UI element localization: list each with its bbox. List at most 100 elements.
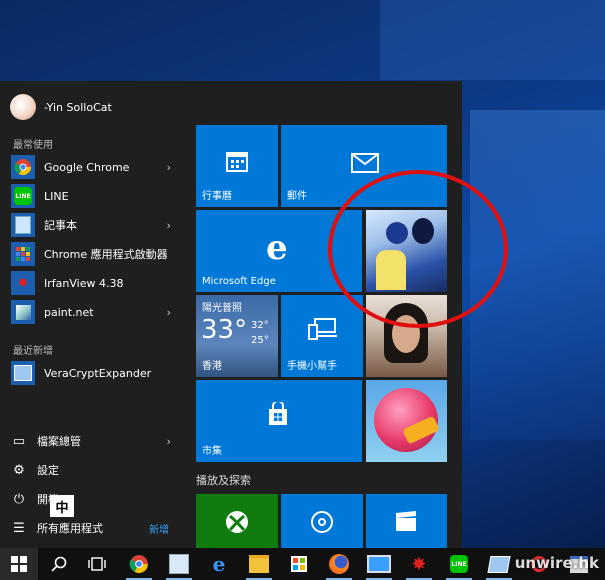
veracrypt-icon: [487, 555, 511, 573]
settings-button[interactable]: ⚙ 設定: [11, 459, 181, 481]
weather-temp: 33°: [201, 315, 248, 345]
user-name: -Yin SolloCat: [44, 100, 112, 114]
taskbar-image-app[interactable]: [160, 548, 198, 580]
candy-crush-tile[interactable]: [366, 380, 447, 462]
app-line[interactable]: LINE LINE: [11, 184, 181, 208]
notepad-icon: [11, 213, 35, 237]
edge-icon: e: [266, 228, 288, 268]
xbox-tile[interactable]: [196, 494, 278, 548]
chrome-icon: [129, 555, 148, 573]
chrome-app-launcher-icon: [11, 242, 35, 266]
search-button[interactable]: [40, 548, 78, 580]
weather-tile[interactable]: 陽光普照 33° 32° 25° 香港: [196, 295, 278, 377]
all-apps-button[interactable]: ☰ 所有應用程式 新增: [11, 517, 181, 539]
app-label: 記事本: [44, 219, 77, 232]
watermark: unwire.hk: [514, 554, 599, 572]
all-apps-label: 所有應用程式: [37, 522, 103, 535]
app-label: Chrome 應用程式啟動器: [44, 248, 168, 261]
phone-companion-tile[interactable]: 手機小幫手: [281, 295, 363, 377]
mail-icon: [351, 153, 379, 173]
file-explorer-button[interactable]: ▭ 檔案總管 ›: [11, 430, 181, 452]
store-bag-icon: [291, 556, 307, 572]
folder-icon: ▭: [12, 433, 26, 449]
annotation-circle: [328, 170, 508, 328]
ime-indicator[interactable]: 中: [50, 495, 74, 517]
weather-city: 香港: [202, 361, 222, 372]
taskbar-remote-desktop[interactable]: [360, 548, 398, 580]
irfanview-icon: ✸: [11, 271, 35, 295]
app-veracrypt-expander[interactable]: VeraCryptExpander: [11, 361, 181, 385]
monitor-icon: [367, 555, 391, 573]
taskbar-chrome[interactable]: [120, 548, 158, 580]
app-chrome-launcher[interactable]: Chrome 應用程式啟動器: [11, 242, 181, 266]
phone-laptop-icon: [308, 318, 337, 340]
edge-icon: e: [212, 552, 226, 576]
app-paintnet[interactable]: paint.net ›: [11, 300, 181, 324]
groove-music-tile[interactable]: [281, 494, 363, 548]
weather-high: 32°: [251, 320, 269, 331]
frequent-section-label: 最常使用: [13, 140, 53, 151]
weather-low: 25°: [251, 335, 269, 346]
music-disc-icon: [311, 511, 333, 533]
app-label: Google Chrome: [44, 160, 130, 174]
clapperboard-icon: [396, 511, 416, 531]
app-irfanview[interactable]: ✸ IrfanView 4.38: [11, 271, 181, 295]
windows-logo-icon: [11, 556, 27, 572]
xbox-icon: [226, 511, 248, 533]
taskbar-firefox[interactable]: [320, 548, 358, 580]
power-button[interactable]: ⏻ 開機: [11, 488, 181, 510]
app-label: VeraCryptExpander: [44, 366, 152, 380]
taskbar-store[interactable]: [280, 548, 318, 580]
calendar-tile[interactable]: 行事曆: [196, 125, 278, 207]
gear-icon: ⚙: [13, 462, 25, 478]
paintnet-icon: [11, 300, 35, 324]
irfanview-icon: ✸: [411, 553, 427, 575]
new-badge: 新增: [149, 524, 169, 536]
chrome-icon: [11, 155, 35, 179]
task-view-button[interactable]: [78, 548, 116, 580]
firefox-icon: [329, 554, 349, 574]
user-account[interactable]: -Yin SolloCat: [10, 93, 112, 121]
store-tile[interactable]: 市集: [196, 380, 362, 462]
avatar: [10, 94, 36, 120]
desktop-wallpaper-pane: [380, 0, 605, 80]
taskbar-edge[interactable]: e: [200, 548, 238, 580]
start-button[interactable]: [0, 548, 38, 580]
folder-icon: [249, 555, 269, 573]
app-label: paint.net: [44, 305, 94, 319]
search-icon: [51, 556, 67, 572]
app-google-chrome[interactable]: Google Chrome ›: [11, 155, 181, 179]
group-title-play-explore: 播放及探索: [196, 474, 251, 487]
chevron-right-icon[interactable]: ›: [167, 219, 171, 232]
image-viewer-icon: [169, 554, 189, 574]
tile-label: 市集: [202, 446, 222, 457]
power-icon: ⏻: [13, 491, 25, 507]
taskbar-veracrypt[interactable]: [480, 548, 518, 580]
settings-label: 設定: [37, 464, 59, 477]
task-view-icon: [88, 557, 106, 571]
movies-tv-tile[interactable]: [366, 494, 447, 548]
line-icon: LINE: [450, 555, 468, 573]
taskbar: e ✸ LINE unwire.hk: [0, 548, 605, 580]
app-label: LINE: [44, 189, 69, 203]
tile-label: 郵件: [287, 191, 307, 202]
chevron-right-icon[interactable]: ›: [167, 306, 171, 319]
weather-condition: 陽光普照: [202, 303, 242, 314]
tile-label: Microsoft Edge: [202, 276, 276, 287]
chevron-right-icon[interactable]: ›: [167, 435, 171, 448]
app-label: IrfanView 4.38: [44, 276, 124, 290]
app-notepad[interactable]: 記事本 ›: [11, 213, 181, 237]
start-left-column: -Yin SolloCat 最常使用 Google Chrome › LINE …: [0, 81, 190, 548]
taskbar-file-explorer[interactable]: [240, 548, 278, 580]
line-icon: LINE: [11, 184, 35, 208]
list-icon: ☰: [13, 520, 25, 536]
file-explorer-label: 檔案總管: [37, 435, 81, 448]
chevron-right-icon[interactable]: ›: [167, 161, 171, 174]
calendar-icon: [226, 152, 248, 172]
store-bag-icon: [269, 402, 287, 425]
recent-section-label: 最近新增: [13, 346, 53, 357]
taskbar-irfanview[interactable]: ✸: [400, 548, 438, 580]
tile-label: 手機小幫手: [287, 361, 337, 372]
tile-label: 行事曆: [202, 191, 232, 202]
taskbar-line[interactable]: LINE: [440, 548, 478, 580]
